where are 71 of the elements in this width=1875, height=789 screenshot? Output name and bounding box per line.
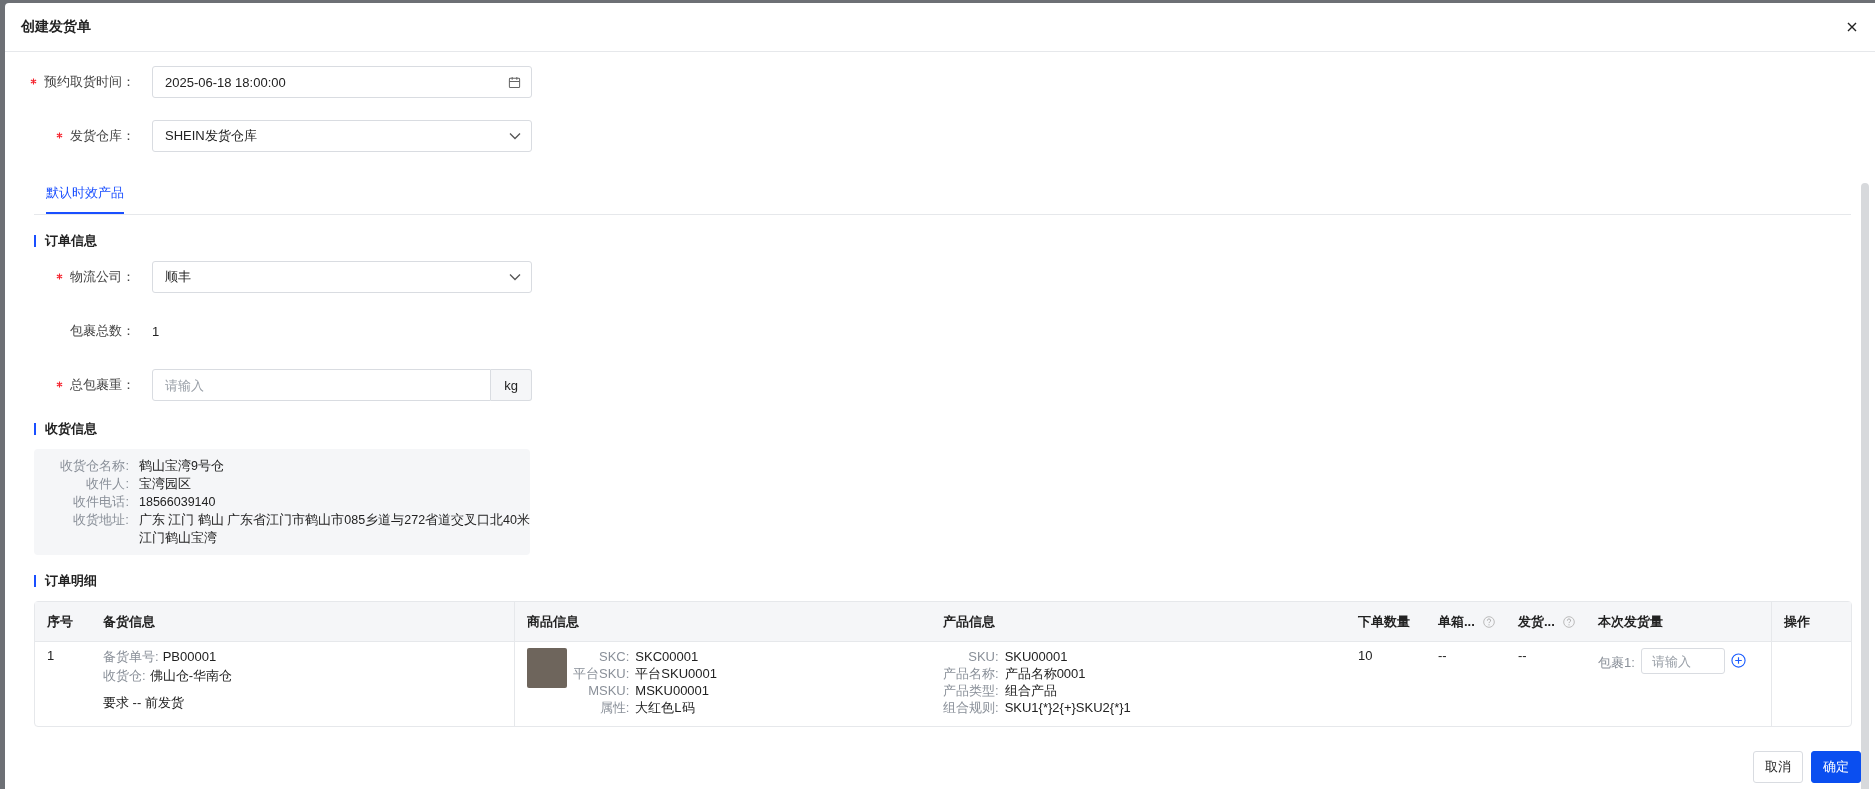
column-header: 产品信息	[943, 612, 995, 631]
column-header: 下单数量	[1358, 612, 1410, 631]
unit-addon: kg	[491, 369, 532, 401]
field-label: 产品名称:	[943, 665, 999, 682]
field-label: 产品类型:	[943, 682, 999, 699]
column-header: 备货信息	[103, 612, 155, 631]
info-value: 宝湾园区	[139, 476, 192, 493]
info-label: 收货仓名称:	[59, 457, 130, 475]
package-label: 包裹1:	[1598, 654, 1635, 672]
requirement-text: 要求 -- 前发货	[103, 694, 185, 712]
select-field[interactable]: 顺丰	[152, 261, 532, 293]
field-label: 属性:	[598, 699, 630, 716]
table-cell-text: --	[1518, 648, 1527, 665]
help-icon[interactable]	[1482, 615, 1495, 628]
column-header: 单箱...	[1438, 612, 1475, 631]
field-value: SKU00001	[1004, 648, 1069, 665]
quantity-input[interactable]: 请输入	[1640, 648, 1725, 674]
field-label: 备货单号:	[103, 648, 159, 665]
field-value: 平台SKU0001	[635, 665, 717, 682]
field-label: 包裹总数：	[70, 323, 135, 338]
info-label: 收件人:	[85, 475, 130, 493]
add-icon[interactable]	[1730, 653, 1746, 668]
field-label: 收货仓:	[103, 667, 146, 684]
info-label: 收件电话:	[72, 493, 130, 511]
column-header: 操作	[1784, 612, 1810, 631]
product-photo-placeholder	[527, 648, 567, 688]
column-header: 商品信息	[527, 612, 579, 631]
field-label: SKC:	[598, 648, 630, 665]
info-value: 广东 江门 鹤山 广东省江门市鹤山市085乡道与272省道交叉口北40米 江门鹤山宝湾	[138, 512, 530, 547]
field-label: MSKU:	[587, 682, 630, 699]
dialog-title: 创建发货单	[21, 18, 91, 36]
calendar-icon	[508, 75, 521, 89]
column-header: 序号	[47, 612, 73, 631]
field-value: SKU1{*}2{+}SKU2{*}1	[1004, 699, 1131, 716]
field-value: 产品名称0001	[1004, 665, 1087, 682]
info-value: 鹤山宝湾9号仓	[139, 458, 225, 475]
confirm-button[interactable]: 确定	[1811, 751, 1861, 783]
select-field[interactable]: SHEIN发货仓库	[152, 120, 532, 152]
tab[interactable]: 默认时效产品	[46, 184, 124, 214]
table-cell-text: --	[1438, 648, 1447, 665]
field-value: 组合产品	[1004, 682, 1058, 699]
cancel-button[interactable]: 取消	[1753, 751, 1803, 783]
field-value: 佛山仓-华南仓	[149, 667, 232, 684]
field-value: SKC00001	[635, 648, 700, 665]
info-label: 收货地址:	[72, 511, 130, 529]
chevron-down-icon	[509, 273, 521, 281]
help-icon[interactable]	[1562, 615, 1575, 628]
table-cell-text: 10	[1358, 648, 1373, 665]
scrollbar[interactable]	[1861, 183, 1869, 789]
field-value: 顺丰	[165, 268, 191, 286]
field-label: SKU:	[967, 648, 999, 665]
field-value: PB00001	[162, 648, 217, 665]
chevron-down-icon	[509, 132, 521, 140]
field-label: 组合规则:	[943, 699, 999, 716]
field-value: 2025-06-18 18:00:00	[165, 74, 286, 90]
field-label: 发货仓库：	[70, 128, 135, 143]
field-value: MSKU00001	[635, 682, 711, 699]
field-label: 预约取货时间：	[44, 74, 135, 89]
field-label: 平台SKU:	[573, 665, 630, 682]
close-icon[interactable]	[1845, 20, 1859, 34]
field-value: 大红色L码	[635, 699, 696, 716]
column-header: 本次发货量	[1598, 612, 1663, 631]
info-value: 18566039140	[139, 494, 217, 511]
field-value: 1	[152, 323, 160, 339]
field-value: SHEIN发货仓库	[165, 127, 257, 145]
field-label: 物流公司：	[70, 269, 135, 284]
date-field[interactable]: 2025-06-18 18:00:00	[152, 66, 532, 98]
field-label: 总包裹重：	[70, 377, 135, 392]
table-cell-text: 1	[47, 648, 55, 665]
column-header: 发货...	[1518, 612, 1555, 631]
weight-input[interactable]: 请输入	[152, 369, 491, 401]
